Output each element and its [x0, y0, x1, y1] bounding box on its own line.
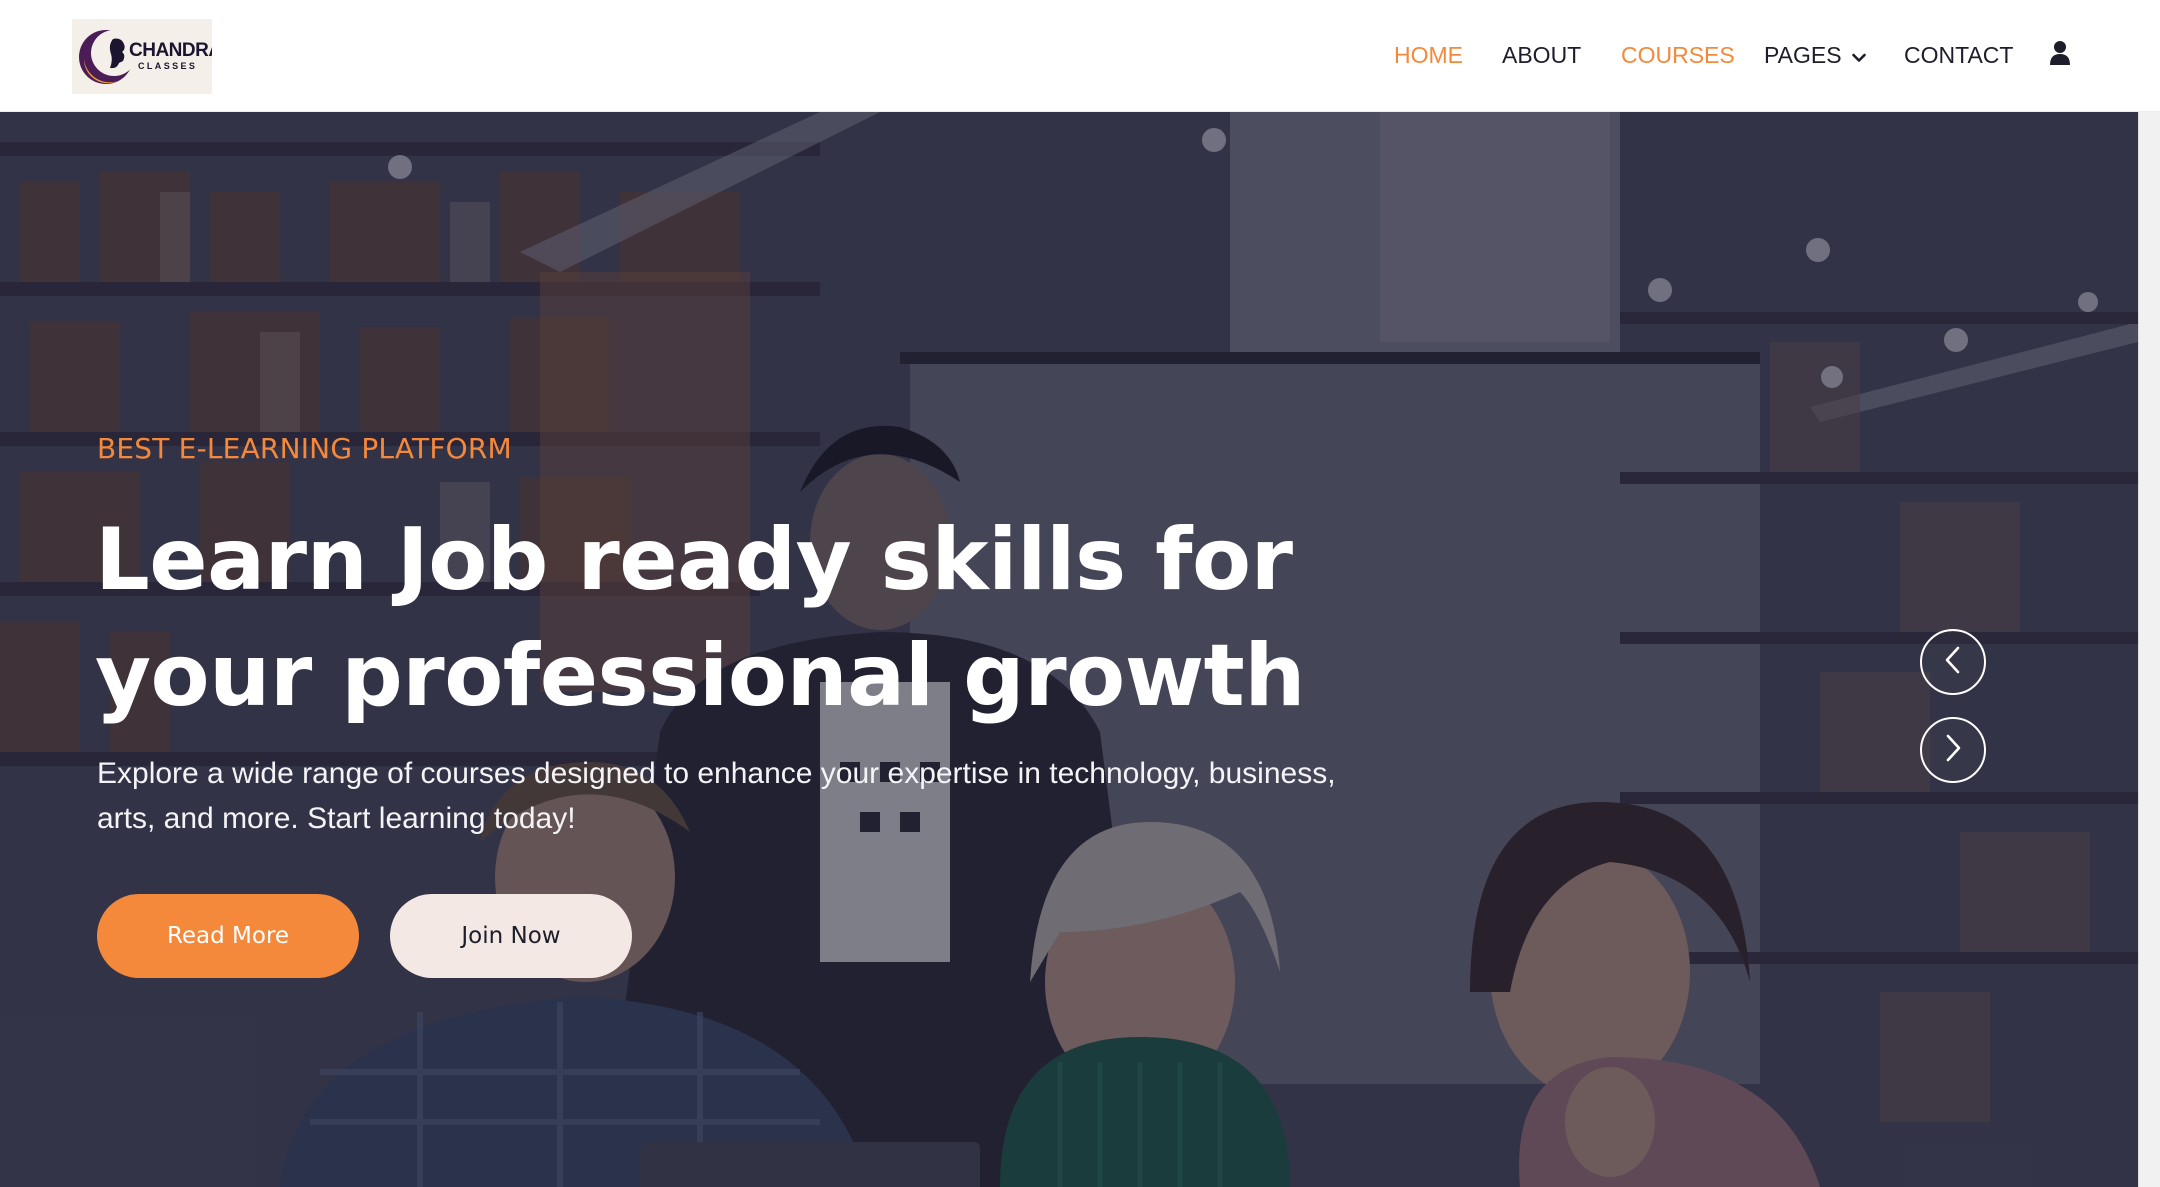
nav-item-contact[interactable]: CONTACT [1904, 44, 2013, 67]
brand-logo[interactable]: CHANDRA CLASSES [72, 19, 212, 94]
read-more-button[interactable]: Read More [97, 894, 359, 978]
hero-eyebrow: BEST E-LEARNING PLATFORM [97, 432, 512, 465]
nav-item-about[interactable]: ABOUT [1502, 44, 1581, 67]
main-navigation: HOME ABOUT COURSES PAGES CONTACT [1380, 0, 2160, 112]
join-now-button[interactable]: Join Now [390, 894, 632, 978]
hero-headline-line-2: your professional growth [95, 626, 1305, 726]
user-icon[interactable] [2049, 40, 2071, 70]
site-header: CHANDRA CLASSES HOME ABOUT COURSES PAGES… [0, 0, 2160, 112]
page-scrollbar[interactable] [2138, 112, 2160, 1187]
nav-item-pages[interactable]: PAGES [1764, 44, 1866, 67]
nav-item-pages-label: PAGES [1764, 42, 1842, 68]
hero-headline-line-1: Learn Job ready skills for [95, 510, 1293, 610]
hero-description: Explore a wide range of courses designed… [97, 757, 1336, 835]
brand-tagline: CLASSES [138, 61, 198, 71]
nav-item-home[interactable]: HOME [1394, 44, 1463, 67]
hero-banner: BEST E-LEARNING PLATFORM Learn Job ready… [0, 112, 2138, 1187]
hero-headline: Learn Job ready skills for your professi… [95, 502, 1395, 734]
carousel-next-button[interactable] [1920, 717, 1986, 783]
nav-item-courses[interactable]: COURSES [1621, 44, 1735, 67]
chevron-left-icon [1941, 645, 1965, 679]
brand-name: CHANDRA [129, 40, 212, 61]
chevron-down-icon [1851, 44, 1866, 67]
carousel-prev-button[interactable] [1920, 629, 1986, 695]
chevron-right-icon [1941, 733, 1965, 767]
